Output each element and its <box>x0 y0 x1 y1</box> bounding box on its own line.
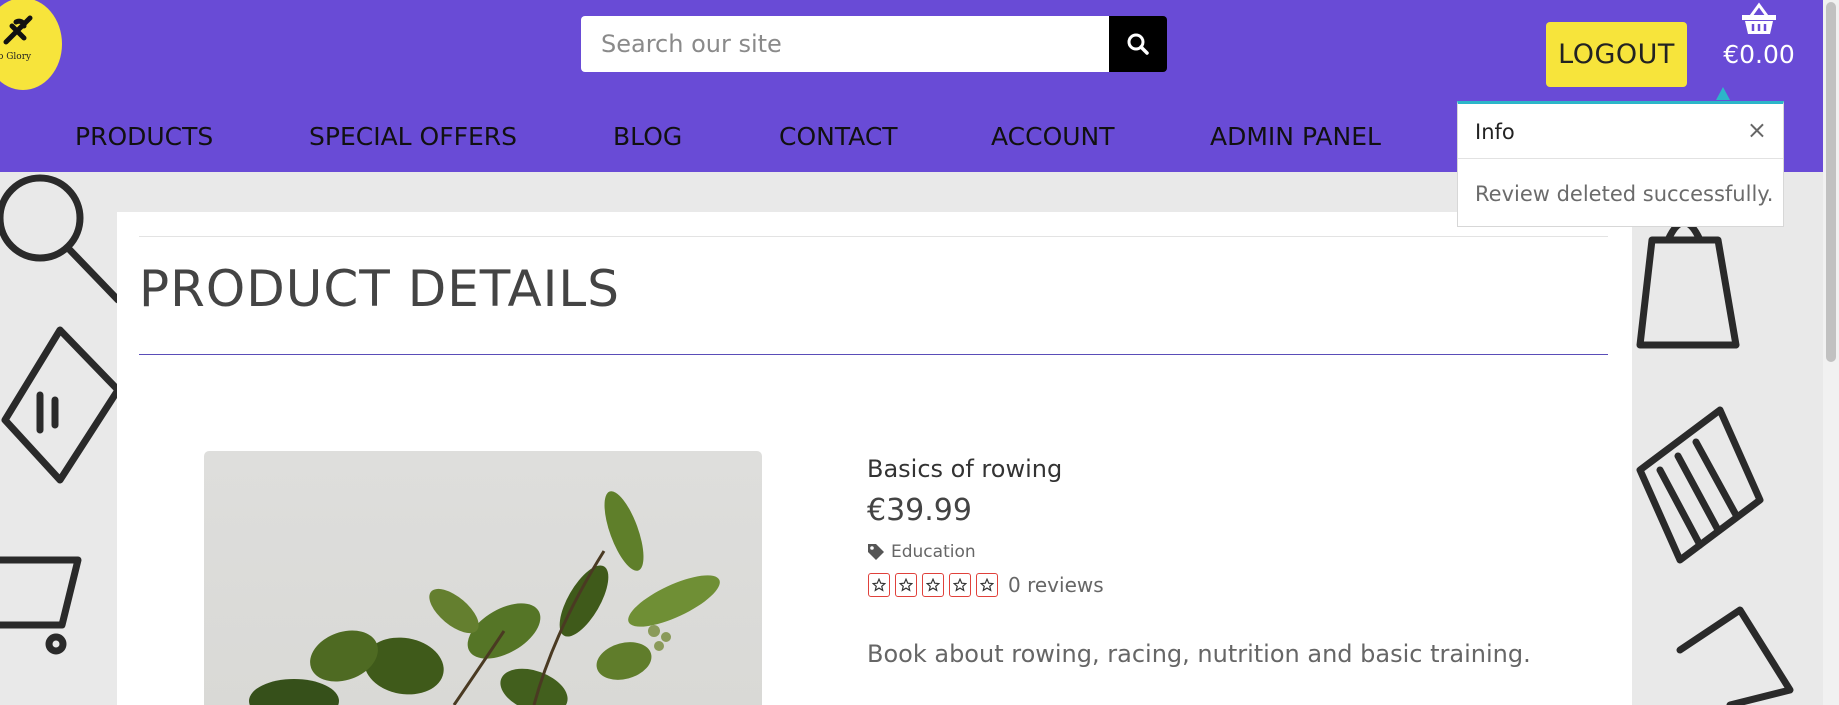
toast-pointer <box>1716 87 1730 100</box>
product-price: €39.99 <box>867 493 972 528</box>
nav-item-blog[interactable]: BLOG <box>613 122 682 151</box>
toast-message: Review deleted successfully. <box>1475 182 1774 206</box>
toast-title: Info <box>1475 120 1515 144</box>
star-outline-icon[interactable] <box>895 573 917 597</box>
nav-item-account[interactable]: ACCOUNT <box>991 122 1115 151</box>
star-outline-icon[interactable] <box>949 573 971 597</box>
cart-amount: €0.00 <box>1723 40 1795 69</box>
logout-button[interactable]: LOGOUT <box>1546 22 1687 87</box>
star-outline-icon[interactable] <box>976 573 998 597</box>
cart-widget[interactable]: €0.00 <box>1714 0 1804 80</box>
nav-item-special-offers[interactable]: SPECIAL OFFERS <box>309 122 517 151</box>
divider <box>139 236 1608 237</box>
info-toast: Info × Review deleted successfully. <box>1457 101 1784 227</box>
nav-item-products[interactable]: PRODUCTS <box>75 122 213 151</box>
search-input[interactable] <box>581 16 1109 72</box>
product-image <box>204 451 762 705</box>
product-description: Book about rowing, racing, nutrition and… <box>867 640 1531 668</box>
title-divider <box>139 354 1608 355</box>
search-form <box>581 16 1167 72</box>
page-title: PRODUCT DETAILS <box>139 260 620 318</box>
rating: 0 reviews <box>868 573 1104 597</box>
product-category[interactable]: Education <box>867 541 976 563</box>
search-icon <box>1127 33 1149 55</box>
tag-icon <box>868 544 884 560</box>
star-outline-icon[interactable] <box>868 573 890 597</box>
site-logo[interactable]: n To Glory <box>0 0 62 90</box>
close-icon[interactable]: × <box>1747 116 1767 144</box>
search-button[interactable] <box>1109 16 1167 72</box>
nav-item-contact[interactable]: CONTACT <box>779 122 898 151</box>
plant-illustration <box>249 491 720 705</box>
basket-icon <box>1742 2 1776 34</box>
toast-header: Info × <box>1458 104 1783 159</box>
scrollbar-thumb[interactable] <box>1826 2 1836 362</box>
star-outline-icon[interactable] <box>922 573 944 597</box>
product-details-card: PRODUCT DETAILS Basics of rowing €39.99 … <box>117 212 1632 705</box>
page-scrollbar[interactable] <box>1823 0 1839 705</box>
main-nav: PRODUCTS SPECIAL OFFERS BLOG CONTACT ACC… <box>0 122 1500 162</box>
category-label: Education <box>891 542 976 562</box>
logo-text: n To Glory <box>0 52 32 62</box>
reviews-count[interactable]: 0 reviews <box>1008 573 1104 597</box>
nav-item-admin-panel[interactable]: ADMIN PANEL <box>1210 122 1381 151</box>
product-name: Basics of rowing <box>867 455 1063 483</box>
rower-logo-icon <box>3 15 33 45</box>
